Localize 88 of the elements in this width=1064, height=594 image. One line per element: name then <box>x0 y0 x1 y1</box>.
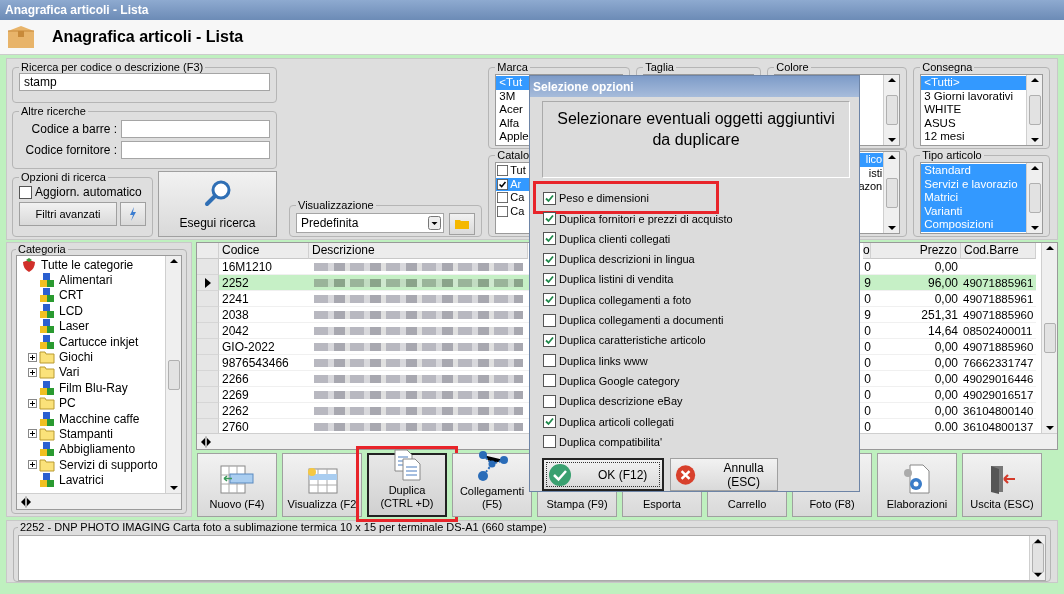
group-label: Ricerca per codice o descrizione (F3) <box>20 61 205 73</box>
group-label: Catalo <box>496 149 531 161</box>
table-cell: 9876543466 <box>219 355 309 371</box>
item-label: Composizioni <box>924 218 994 232</box>
group-label: Opzioni di ricerca <box>20 171 107 183</box>
table-cell: 0 <box>863 355 871 371</box>
window-title: Anagrafica articoli - Lista <box>0 0 1064 20</box>
group-label: Taglia <box>644 61 675 73</box>
field-label: Codice fornitore : <box>24 143 117 157</box>
group-label: Altre ricerche <box>20 105 87 117</box>
item-label: 12 mesi <box>924 130 965 144</box>
item-label: 3M <box>499 89 516 103</box>
table-cell: 0 <box>863 387 871 403</box>
table-cell: 2038 <box>219 307 309 323</box>
item-label: WHITE <box>924 103 962 117</box>
table-cell: 49029016446 <box>963 373 1034 385</box>
table-cell: 2269 <box>219 387 309 403</box>
table-cell: 0,00 <box>871 387 961 403</box>
item-label: isti <box>868 166 883 180</box>
option-label: Duplica collegamenti a documenti <box>559 314 724 327</box>
table-cell: 0 <box>863 371 871 387</box>
table-cell: GIO-2022 <box>219 339 309 355</box>
group-label: Colore <box>775 61 810 73</box>
table-cell: 0 <box>863 403 871 419</box>
item-label: Matrici <box>924 191 959 205</box>
group-label: Tipo articolo <box>921 149 983 161</box>
group-label: Categoria <box>17 243 67 255</box>
table-cell: 08502400011 <box>963 325 1033 337</box>
item-label: Ar <box>510 177 522 191</box>
item-label: Standard <box>924 164 971 178</box>
table-cell: 14,64 <box>871 323 961 339</box>
item-label: ASUS <box>924 116 956 130</box>
group-label: Visualizzazione <box>297 199 375 211</box>
option-label: Duplica caratteristiche articolo <box>559 334 706 347</box>
option-label: Duplica fornitori e prezzi di acquisto <box>559 212 733 225</box>
item-label: Tut <box>510 164 526 178</box>
field-label: Codice a barre : <box>30 122 117 136</box>
table-cell: 0,00 <box>871 339 961 355</box>
table-cell: 49071885960 <box>963 341 1034 353</box>
table-cell: 0,00 <box>871 355 961 371</box>
table-cell: 2252 <box>219 275 309 291</box>
item-label: Ca <box>510 191 525 205</box>
option-label: Duplica descrizioni in lingua <box>559 253 695 266</box>
dialog-message: Selezionare eventuali oggetti aggiuntivi da duplicare <box>556 109 836 151</box>
group-label: 2252 - DNP PHOTO IMAGING Carta foto a sublimazione termica 10 x 15 per terminale DS-A1 (660 stampe) <box>19 521 548 533</box>
table-cell: 2262 <box>219 403 309 419</box>
table-cell: 49029016517 <box>963 389 1034 401</box>
item-label: Varianti <box>924 204 963 218</box>
option-label: Duplica compatibilita' <box>559 435 662 448</box>
table-cell: 2266 <box>219 371 309 387</box>
table-cell: 0 <box>863 339 871 355</box>
table-cell: 49071885961 <box>963 277 1034 289</box>
table-cell: 36104800137 <box>963 421 1034 433</box>
item-label: lico <box>865 153 883 167</box>
table-cell: 0,00 <box>871 403 961 419</box>
table-cell: 36104800140 <box>963 405 1034 417</box>
group-label: Consegna <box>921 61 974 73</box>
item-label: <Tutti> <box>924 76 960 90</box>
option-label: Duplica articoli collegati <box>559 415 674 428</box>
item-label: 3 Giorni lavorativi <box>924 89 1014 103</box>
table-cell: 251,31 <box>871 307 961 323</box>
option-label: Peso e dimensioni <box>559 192 649 205</box>
option-label: Duplica clienti collegati <box>559 232 671 245</box>
option-label: Duplica Google category <box>559 374 680 387</box>
table-cell: 2241 <box>219 291 309 307</box>
option-label: Duplica links www <box>559 354 648 367</box>
page-title: Anagrafica articoli - Lista <box>52 28 244 46</box>
option-label: Duplica listini di vendita <box>559 273 674 286</box>
item-label: Apple <box>499 130 529 144</box>
table-cell: 2042 <box>219 323 309 339</box>
option-label: Duplica collegamenti a foto <box>559 293 692 306</box>
option-label: Duplica descrizione eBay <box>559 395 683 408</box>
item-label: Acer <box>499 103 523 117</box>
table-cell: 49071885961 <box>963 293 1034 305</box>
table-cell: 9 <box>863 307 871 323</box>
table-cell: 0 <box>863 291 871 307</box>
table-cell: 76662331747 <box>963 357 1034 369</box>
table-cell: 0,00 <box>871 371 961 387</box>
dialog-title: Selezione opzioni <box>530 76 859 98</box>
table-cell: 49071885960 <box>963 309 1034 321</box>
item-label: Ca <box>510 204 525 218</box>
checkbox-label: Aggiorn. automatico <box>35 185 142 199</box>
table-cell: 96,00 <box>871 275 961 291</box>
table-cell: 0 <box>863 323 871 339</box>
group-label: Marca <box>496 61 529 73</box>
item-label: <Tut <box>499 76 523 90</box>
table-cell: 0,00 <box>871 291 961 307</box>
item-label: azon <box>858 180 883 194</box>
